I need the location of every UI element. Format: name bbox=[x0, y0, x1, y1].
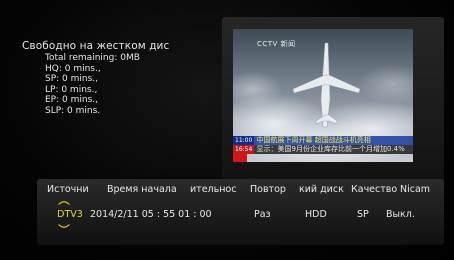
header-quality: Качество bbox=[351, 184, 398, 195]
chevron-down-icon[interactable] bbox=[58, 224, 70, 229]
ticker-top-text: 中国航展下周开幕 超国战战斗机亮相 bbox=[256, 136, 371, 144]
hq-remaining: HQ: 0 mins., bbox=[45, 63, 101, 74]
header-repeat: Повтор bbox=[250, 184, 286, 195]
schedule-header: Источник Время начала ительнос Повтор ки… bbox=[37, 183, 444, 197]
news-ticker-top: 11:00 中国航展下周开幕 超国战战斗机亮相 bbox=[233, 136, 413, 145]
schedule-row[interactable]: DTV3 2014/2/11 05 : 55 01 : 00 Раз HDD S… bbox=[37, 208, 444, 222]
header-start-time: Время начала bbox=[107, 184, 177, 195]
red-bar bbox=[233, 154, 247, 162]
recording-screen: Свободно на жестком дис Total remaining:… bbox=[0, 0, 454, 260]
storage-title: Свободно на жестком дис bbox=[22, 40, 170, 52]
channel-logo: CCTV 新闻 bbox=[257, 40, 296, 48]
news-ticker-bottom: 16:54 显示：美国9月份企业库存比前一个月增加0.4% bbox=[233, 145, 413, 154]
schedule-panel: Источник Время начала ительнос Повтор ки… bbox=[37, 179, 444, 245]
lp-remaining: LP: 0 mins., bbox=[45, 84, 98, 95]
header-duration: ительнос bbox=[190, 184, 237, 195]
ticker-top-time: 11:00 bbox=[233, 136, 255, 145]
storage-info: Свободно на жестком дис Total remaining:… bbox=[22, 40, 222, 117]
total-remaining: Total remaining: 0MB bbox=[45, 53, 140, 63]
source-value[interactable]: DTV3 bbox=[55, 208, 85, 222]
ep-remaining: EP: 0 mins., bbox=[45, 95, 98, 106]
header-nicam: Nicam bbox=[400, 184, 431, 195]
chevron-up-icon[interactable] bbox=[58, 200, 70, 205]
live-preview: CCTV 新闻 11:00 中国航展下周开幕 超国战战斗机亮相 16:54 显示… bbox=[233, 29, 413, 162]
repeat-value[interactable]: Раз bbox=[254, 208, 298, 222]
slp-remaining: SLP: 0 mins. bbox=[45, 105, 101, 116]
ticker-bottom-text: 显示：美国9月份企业库存比前一个月增加0.4% bbox=[256, 145, 405, 153]
start-duration-value[interactable]: 2014/2/11 05 : 55 01 : 00 bbox=[90, 208, 250, 222]
disk-value[interactable]: HDD bbox=[305, 208, 360, 222]
header-source: Источник bbox=[47, 184, 89, 195]
nicam-value[interactable]: Выкл. bbox=[386, 208, 430, 222]
storage-list: Total remaining: 0MB HQ: 0 mins., SP: 0 … bbox=[45, 53, 222, 117]
ticker-bottom-time: 16:54 bbox=[233, 145, 255, 154]
sp-remaining: SP: 0 mins., bbox=[45, 74, 99, 85]
header-disk: кий диск bbox=[299, 184, 344, 195]
